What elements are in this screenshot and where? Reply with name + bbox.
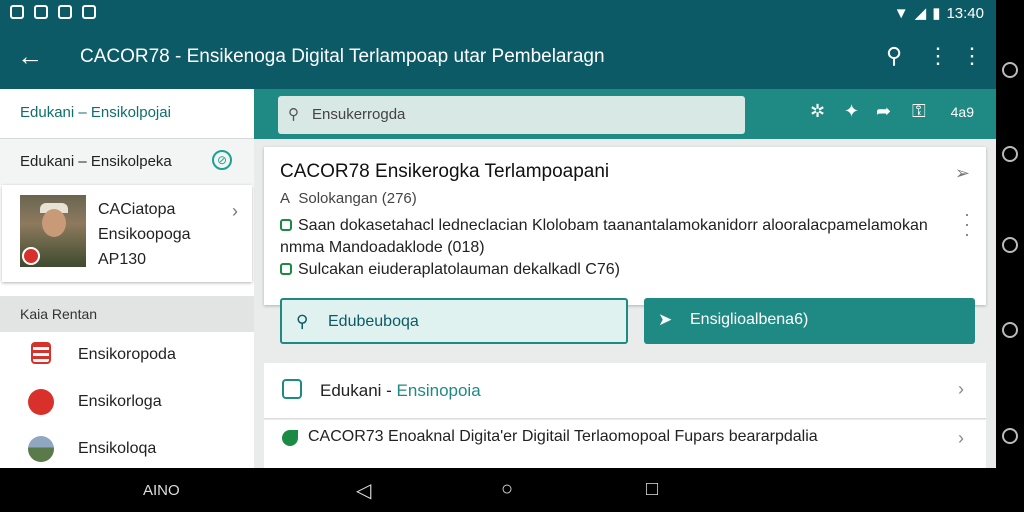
share-icon[interactable]: ➦ <box>876 101 891 122</box>
sidebar-item[interactable]: Ensikoloqa <box>0 426 254 468</box>
side-action-icon[interactable] <box>1002 322 1018 338</box>
sidebar-item-label: Ensikoropoda <box>78 346 176 363</box>
search-placeholder: Ensukerrogda <box>312 106 406 123</box>
card-code: AP130 <box>98 251 147 268</box>
app-bar: ← CACOR78 - Ensikenoga Digital Terlampoa… <box>0 27 996 89</box>
content-line: Sulcakan eiuderaplatolauman dekalkadl C7… <box>280 261 620 279</box>
settings-icon[interactable]: ✲ <box>810 101 825 122</box>
wifi-icon: ▼ <box>893 4 909 22</box>
back-arrow-icon[interactable]: ← <box>14 41 46 71</box>
author-icon: A <box>280 190 299 207</box>
side-action-icon[interactable] <box>1002 146 1018 162</box>
primary-button-label: Ensiglioalbena6) <box>690 311 809 328</box>
toolbar: ⚲ Ensukerrogda ✲ ✦ ➦ ⚿ 4a9 <box>254 89 996 139</box>
avatar <box>20 195 86 267</box>
search-icon[interactable]: ⚲ <box>880 43 908 69</box>
landscape-thumbnail-icon <box>28 436 54 462</box>
sidebar-item[interactable]: Ensikorloga <box>0 379 254 426</box>
system-nav-bar: AINO ◁ ○ □ <box>0 468 996 512</box>
recents-square-icon[interactable]: □ <box>646 478 658 501</box>
main-content: ⚲ Ensukerrogda ✲ ✦ ➦ ⚿ 4a9 CACOR78 Ensik… <box>254 89 996 468</box>
block-icon[interactable]: ⊘ <box>212 150 232 170</box>
sidebar-item[interactable]: Ensikoropoda <box>0 332 254 379</box>
more-vert-icon[interactable]: · · · <box>964 205 970 243</box>
app-screen: ▼ ◢ ▮ 13:40 ← CACOR78 - Ensikenoga Digit… <box>0 0 996 468</box>
outline-button[interactable]: ⚲ Edubeuboqa <box>280 298 628 344</box>
sidebar-section-title[interactable]: Edukani – Ensikolpeka ⊘ <box>0 139 254 185</box>
overflow-menu-icon[interactable]: ⋮ <box>958 43 986 69</box>
content-line-text: Saan dokasetahacl ledneclacian Klolobam … <box>298 217 928 234</box>
edit-notification-icon <box>82 5 96 19</box>
content-line-text: Sulcakan eiuderaplatolauman dekalkadl C7… <box>298 261 620 278</box>
app-logo-icon <box>28 389 54 415</box>
card-subtitle: Ensikoopoga <box>98 226 191 243</box>
card-title: CACiatopa <box>98 201 176 218</box>
forward-icon: ➤ <box>658 310 673 329</box>
signal-icon: ◢ <box>914 5 927 22</box>
app-notification-icon <box>34 5 48 19</box>
side-action-icon[interactable] <box>1002 237 1018 253</box>
badge-icon <box>22 247 40 265</box>
chevron-right-icon[interactable]: › <box>232 201 238 222</box>
primary-button[interactable]: ➤ Ensiglioalbena6) <box>644 298 975 344</box>
photo-notification-icon <box>58 5 72 19</box>
content-card: CACOR78 Ensikerogka Terlampoapani ➢ A So… <box>264 147 986 305</box>
list-item[interactable]: CACOR73 Enoaknal Digita'er Digitail Terl… <box>264 420 986 468</box>
chevron-right-icon[interactable]: › <box>958 428 964 449</box>
sidebar-subheader: Kaia Rentan <box>0 296 254 332</box>
clock: 13:40 <box>946 4 984 22</box>
content-title: CACOR78 Ensikerogka Terlampoapani <box>280 161 610 182</box>
sidebar-featured-card[interactable]: CACiatopa Ensikoopoga AP130 › <box>2 185 252 282</box>
outline-button-label: Edubeuboqa <box>328 313 419 330</box>
sidebar-section-label: Edukani – Ensikolpeka <box>20 153 172 170</box>
list-item-label: Edukani - Ensinopoia <box>320 381 481 401</box>
battery-icon: ▮ <box>932 5 941 22</box>
list-item-label: CACOR73 Enoaknal Digita'er Digitail Terl… <box>308 428 818 445</box>
sidebar-item-label: Ensikorloga <box>78 393 162 410</box>
shield-flag-icon <box>31 342 51 364</box>
nav-label: AINO <box>143 482 180 499</box>
chevron-right-icon[interactable]: › <box>958 379 964 400</box>
search-tag-icon: ⚲ <box>296 312 309 331</box>
list-item-accent: Ensinopoia <box>396 381 481 400</box>
list-item[interactable]: Edukani - Ensinopoia › <box>264 363 986 419</box>
search-input[interactable]: ⚲ Ensukerrogda <box>278 96 745 134</box>
home-circle-icon[interactable]: ○ <box>501 478 513 501</box>
sidebar-header[interactable]: Edukani – Ensikolpojai <box>0 89 254 139</box>
share-arrow-icon[interactable]: ➢ <box>955 163 970 184</box>
side-nav-strip <box>996 0 1024 512</box>
more-vert-icon[interactable]: ⋮ <box>924 43 952 69</box>
content-line: nmma Mandoadaklode (018) <box>280 239 485 257</box>
notification-icon <box>10 5 24 19</box>
content-line: Saan dokasetahacl ledneclacian Klolobam … <box>280 217 928 235</box>
bullet-icon <box>280 263 292 275</box>
content-subtitle: A Solokangan (276) <box>280 190 417 207</box>
chat-icon <box>282 379 302 399</box>
search-icon: ⚲ <box>288 106 299 123</box>
content-line-text: nmma Mandoadaklode (018) <box>280 239 485 256</box>
back-triangle-icon[interactable]: ◁ <box>356 478 371 503</box>
list-item-prefix: Edukani - <box>320 381 397 400</box>
content-subtitle-text: Solokangan (276) <box>298 190 417 207</box>
sidebar-item-label: Ensikoloqa <box>78 440 157 457</box>
bullet-icon <box>280 219 292 231</box>
side-action-icon[interactable] <box>1002 62 1018 78</box>
tools-icon[interactable]: ✦ <box>844 101 859 122</box>
app-title: CACOR78 - Ensikenoga Digital Terlampoap … <box>80 46 605 67</box>
leaf-icon <box>282 430 298 446</box>
sidebar: Edukani – Ensikolpojai Edukani – Ensikol… <box>0 89 254 468</box>
status-bar: ▼ ◢ ▮ 13:40 <box>0 0 996 27</box>
link-icon[interactable]: ⚿ <box>912 101 926 122</box>
side-action-icon[interactable] <box>1002 428 1018 444</box>
toolbar-count: 4a9 <box>950 104 974 120</box>
